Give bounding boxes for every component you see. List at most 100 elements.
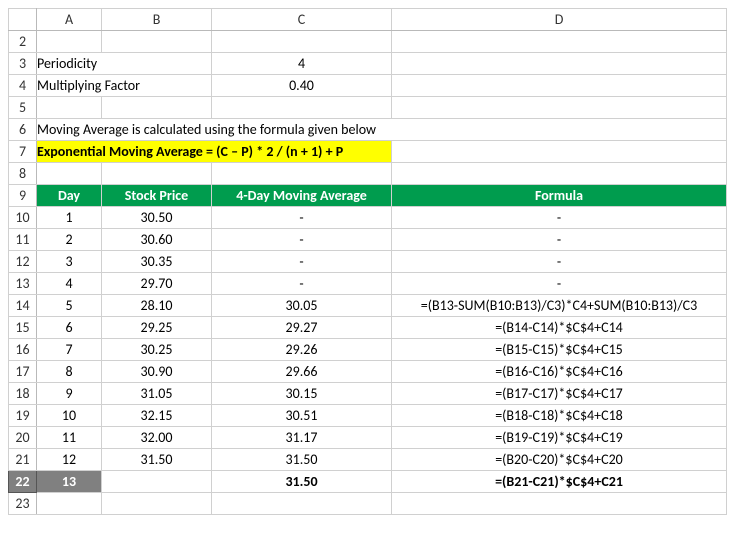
cell-price[interactable]: 30.60 [102, 229, 212, 251]
row-head-7[interactable]: 7 [9, 141, 37, 163]
table-row[interactable]: 18 9 31.05 30.15 =(B17-C17)*$C$4+C17 [9, 383, 727, 405]
cell-price[interactable]: 28.10 [102, 295, 212, 317]
cell-ma[interactable]: 31.50 [212, 449, 392, 471]
cell-day[interactable]: 8 [37, 361, 102, 383]
col-header-A[interactable]: A [37, 9, 102, 31]
row-head-12[interactable]: 12 [9, 251, 37, 273]
col-header-C[interactable]: C [212, 9, 392, 31]
table-row[interactable]: 13 4 29.70 - - [9, 273, 727, 295]
cell-price[interactable]: 29.25 [102, 317, 212, 339]
result-price[interactable] [102, 471, 212, 493]
cell-formula[interactable]: =(B18-C18)*$C$4+C18 [392, 405, 727, 427]
cell-ma[interactable]: 30.51 [212, 405, 392, 427]
row-head-2[interactable]: 2 [9, 31, 37, 53]
cell-day[interactable]: 1 [37, 207, 102, 229]
cell-formula[interactable]: =(B13-SUM(B10:B13)/C3)*C4+SUM(B10:B13)/C… [392, 295, 727, 317]
row-head-16[interactable]: 16 [9, 339, 37, 361]
mult-factor-label[interactable]: Multiplying Factor [37, 75, 212, 97]
cell-day[interactable]: 7 [37, 339, 102, 361]
cell-ma[interactable]: 29.66 [212, 361, 392, 383]
cell-formula[interactable]: - [392, 273, 727, 295]
cell-price[interactable]: 31.05 [102, 383, 212, 405]
table-row[interactable]: 19 10 32.15 30.51 =(B18-C18)*$C$4+C18 [9, 405, 727, 427]
cell-ma[interactable]: 30.15 [212, 383, 392, 405]
periodicity-label[interactable]: Periodicity [37, 53, 212, 75]
row-head-17[interactable]: 17 [9, 361, 37, 383]
table-row[interactable]: 14 5 28.10 30.05 =(B13-SUM(B10:B13)/C3)*… [9, 295, 727, 317]
cell-formula[interactable]: - [392, 251, 727, 273]
cell-formula[interactable]: =(B17-C17)*$C$4+C17 [392, 383, 727, 405]
row-head-19[interactable]: 19 [9, 405, 37, 427]
cell-price[interactable]: 30.35 [102, 251, 212, 273]
mult-factor-value[interactable]: 0.40 [212, 75, 392, 97]
row-2[interactable]: 2 [9, 31, 727, 53]
row-head-20[interactable]: 20 [9, 427, 37, 449]
row-head-4[interactable]: 4 [9, 75, 37, 97]
row-4[interactable]: 4 Multiplying Factor 0.40 [9, 75, 727, 97]
row-8[interactable]: 8 [9, 163, 727, 185]
cell-price[interactable]: 32.00 [102, 427, 212, 449]
cell-day[interactable]: 4 [37, 273, 102, 295]
cell-day[interactable]: 11 [37, 427, 102, 449]
row-head-21[interactable]: 21 [9, 449, 37, 471]
cell-ma[interactable]: - [212, 273, 392, 295]
col-header-B[interactable]: B [102, 9, 212, 31]
spreadsheet-table[interactable]: A B C D 2 3 Periodicity 4 4 Multiplying … [8, 8, 727, 515]
result-formula[interactable]: =(B21-C21)*$C$4+C21 [392, 471, 727, 493]
row-5[interactable]: 5 [9, 97, 727, 119]
row-head-13[interactable]: 13 [9, 273, 37, 295]
row-7[interactable]: 7 Exponential Moving Average = (C – P) *… [9, 141, 727, 163]
cell-ma[interactable]: - [212, 229, 392, 251]
cell-formula[interactable]: - [392, 229, 727, 251]
row-head-3[interactable]: 3 [9, 53, 37, 75]
row-3[interactable]: 3 Periodicity 4 [9, 53, 727, 75]
cell-day[interactable]: 9 [37, 383, 102, 405]
cell-formula[interactable]: =(B16-C16)*$C$4+C16 [392, 361, 727, 383]
cell-formula[interactable]: =(B14-C14)*$C$4+C14 [392, 317, 727, 339]
cell-price[interactable]: 29.70 [102, 273, 212, 295]
cell-price[interactable]: 31.50 [102, 449, 212, 471]
row-head-6[interactable]: 6 [9, 119, 37, 141]
cell-formula[interactable]: =(B20-C20)*$C$4+C20 [392, 449, 727, 471]
cell-formula[interactable]: - [392, 207, 727, 229]
row-head-18[interactable]: 18 [9, 383, 37, 405]
result-row[interactable]: 22 13 31.50 =(B21-C21)*$C$4+C21 [9, 471, 727, 493]
cell-day[interactable]: 2 [37, 229, 102, 251]
cell-ma[interactable]: 29.26 [212, 339, 392, 361]
cell-day[interactable]: 5 [37, 295, 102, 317]
header-formula[interactable]: Formula [392, 185, 727, 207]
cell-formula[interactable]: =(B15-C15)*$C$4+C15 [392, 339, 727, 361]
cell-price[interactable]: 32.15 [102, 405, 212, 427]
header-price[interactable]: Stock Price [102, 185, 212, 207]
row-6[interactable]: 6 Moving Average is calculated using the… [9, 119, 727, 141]
table-row[interactable]: 20 11 32.00 31.17 =(B19-C19)*$C$4+C19 [9, 427, 727, 449]
row-head-9[interactable]: 9 [9, 185, 37, 207]
cell-ma[interactable]: - [212, 251, 392, 273]
select-all-corner[interactable] [9, 9, 37, 31]
row-23[interactable]: 23 [9, 493, 727, 515]
col-header-D[interactable]: D [392, 9, 727, 31]
table-row[interactable]: 15 6 29.25 29.27 =(B14-C14)*$C$4+C14 [9, 317, 727, 339]
header-day[interactable]: Day [37, 185, 102, 207]
table-row[interactable]: 12 3 30.35 - - [9, 251, 727, 273]
table-row[interactable]: 10 1 30.50 - - [9, 207, 727, 229]
header-ma[interactable]: 4-Day Moving Average [212, 185, 392, 207]
cell-ma[interactable]: 31.17 [212, 427, 392, 449]
result-day[interactable]: 13 [37, 471, 102, 493]
row-head-14[interactable]: 14 [9, 295, 37, 317]
row-head-5[interactable]: 5 [9, 97, 37, 119]
row-head-11[interactable]: 11 [9, 229, 37, 251]
cell-ma[interactable]: 30.05 [212, 295, 392, 317]
column-header-row[interactable]: A B C D [9, 9, 727, 31]
row-head-8[interactable]: 8 [9, 163, 37, 185]
cell-day[interactable]: 6 [37, 317, 102, 339]
table-row[interactable]: 16 7 30.25 29.26 =(B15-C15)*$C$4+C15 [9, 339, 727, 361]
cell-day[interactable]: 12 [37, 449, 102, 471]
row-head-10[interactable]: 10 [9, 207, 37, 229]
row-head-23[interactable]: 23 [9, 493, 37, 515]
result-ma[interactable]: 31.50 [212, 471, 392, 493]
cell-price[interactable]: 30.90 [102, 361, 212, 383]
cell-formula[interactable]: =(B19-C19)*$C$4+C19 [392, 427, 727, 449]
table-row[interactable]: 21 12 31.50 31.50 =(B20-C20)*$C$4+C20 [9, 449, 727, 471]
cell-ma[interactable]: - [212, 207, 392, 229]
